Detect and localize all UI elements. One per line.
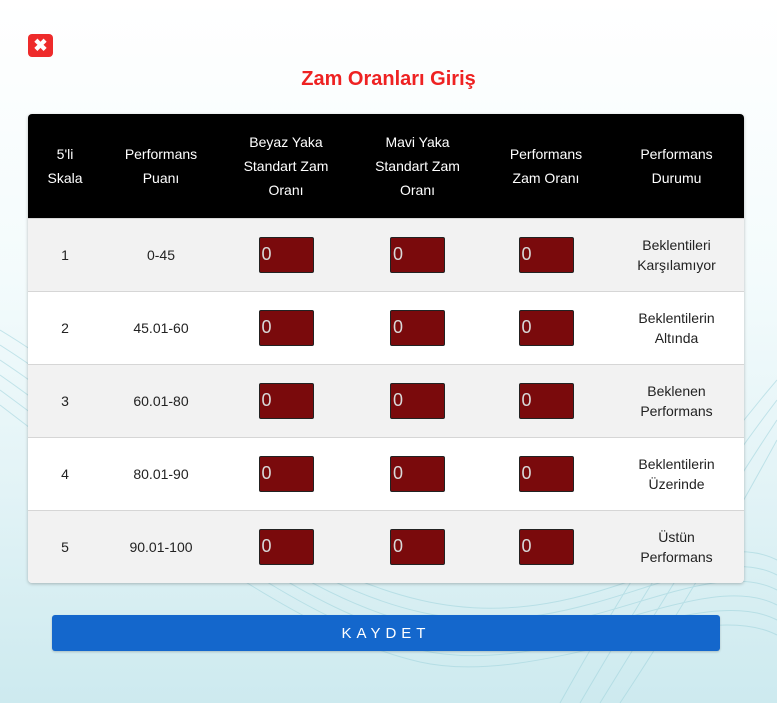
table-row: 3 60.01-80 BeklenenPerformans <box>28 364 744 437</box>
blue-collar-rate-input[interactable] <box>390 236 445 273</box>
performance-rate-input[interactable] <box>518 236 574 273</box>
scale-cell: 4 <box>61 465 69 482</box>
score-cell: 60.01-80 <box>133 392 189 409</box>
close-button[interactable]: ✖ <box>28 34 53 57</box>
white-collar-rate-input[interactable] <box>258 236 314 273</box>
save-button[interactable]: KAYDET <box>52 615 720 651</box>
white-collar-rate-input[interactable] <box>258 382 314 419</box>
blue-collar-rate-input[interactable] <box>390 528 445 565</box>
header-performance-rate: Performans Zam Oranı <box>509 145 583 186</box>
status-cell: Beklenen Performans <box>640 382 713 419</box>
performance-rate-input[interactable] <box>518 309 574 346</box>
blue-collar-rate-input[interactable] <box>390 382 445 419</box>
blue-collar-rate-input[interactable] <box>390 309 445 346</box>
status-cell: Üstün Performans <box>640 528 713 565</box>
scale-cell: 1 <box>61 246 69 263</box>
performance-rate-input[interactable] <box>518 455 574 492</box>
close-icon: ✖ <box>33 36 48 55</box>
page-title: Zam Oranları Giriş <box>301 68 476 90</box>
scale-cell: 2 <box>61 319 69 336</box>
rates-table-container: 5'li Skala Performans Puanı Beyaz Yaka Stan… <box>28 114 744 583</box>
white-collar-rate-input[interactable] <box>258 528 314 565</box>
status-cell: Beklentilerin Altında <box>638 309 715 346</box>
header-score: Performans Puanı <box>124 145 198 186</box>
white-collar-rate-input[interactable] <box>258 309 314 346</box>
performance-rate-input[interactable] <box>518 528 574 565</box>
score-cell: 80.01-90 <box>133 465 189 482</box>
table-row: 1 0-45 BeklentileriKarşılamıyor <box>28 218 744 291</box>
status-cell: Beklentilerin Üzerinde <box>638 455 715 492</box>
header-scale: 5'li Skala <box>47 145 83 186</box>
header-white-collar-rate: Beyaz Yaka Standart Zam Oranı <box>243 133 329 198</box>
blue-collar-rate-input[interactable] <box>390 455 445 492</box>
score-cell: 90.01-100 <box>129 538 193 555</box>
header-performance-status: Performans Durumu <box>640 145 713 186</box>
status-cell: Beklentileri Karşılamıyor <box>637 236 716 273</box>
score-cell: 0-45 <box>146 246 176 263</box>
white-collar-rate-input[interactable] <box>258 455 314 492</box>
header-blue-collar-rate: Mavi Yaka Standart Zam Oranı <box>375 133 460 198</box>
rates-table: 5'li Skala Performans Puanı Beyaz Yaka Stan… <box>28 114 744 583</box>
table-row: 4 80.01-90 BeklentilerinÜzerinde <box>28 437 744 510</box>
scale-cell: 3 <box>61 392 69 409</box>
performance-rate-input[interactable] <box>518 382 574 419</box>
score-cell: 45.01-60 <box>133 319 189 336</box>
table-header: 5'li Skala Performans Puanı Beyaz Yaka Stan… <box>28 114 744 218</box>
table-row: 2 45.01-60 BeklentilerinAltında <box>28 291 744 364</box>
scale-cell: 5 <box>61 538 69 555</box>
table-row: 5 90.01-100 ÜstünPerformans <box>28 510 744 583</box>
